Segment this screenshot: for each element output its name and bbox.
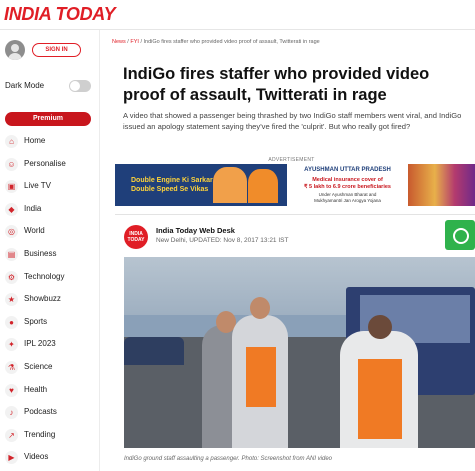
personalise-icon: ☺: [5, 157, 18, 171]
whatsapp-share-button[interactable]: [445, 220, 475, 250]
breadcrumb-fyi-link[interactable]: FYI: [130, 39, 139, 45]
ad-tagline-line2: Double Speed Se Vikas: [131, 186, 209, 193]
sidebar-item-label: India: [24, 203, 42, 213]
showbuzz-icon: ★: [5, 293, 18, 307]
sidebar-item-sports[interactable]: ● Sports: [5, 311, 95, 334]
dark-mode-toggle[interactable]: [69, 80, 91, 92]
sidebar-item-videos[interactable]: ▶ Videos: [5, 446, 95, 469]
india-today-logo[interactable]: INDIA TODAY: [4, 4, 116, 25]
sign-in-button[interactable]: SIGN IN: [32, 43, 81, 57]
sidebar-item-label: Technology: [24, 271, 65, 281]
author-logo-text: TODAY: [127, 237, 145, 243]
user-row: SIGN IN: [5, 40, 95, 62]
sidebar-item-india[interactable]: ◆ India: [5, 198, 95, 221]
sidebar-item-live-tv[interactable]: ▣ Live TV: [5, 175, 95, 198]
india-icon: ◆: [5, 202, 18, 216]
sidebar-item-personalise[interactable]: ☺ Personalise: [5, 153, 95, 176]
sidebar-item-label: Sports: [24, 316, 48, 326]
divider: [115, 214, 475, 215]
trending-icon: ↗: [5, 428, 18, 442]
breadcrumb: News / FYI / IndiGo fires staffer who pr…: [112, 39, 320, 45]
photo-person: [340, 331, 418, 448]
science-icon: ⚗: [5, 360, 18, 374]
ad-info-line: Mukhyamantri Jan Arogya Yojana: [314, 198, 381, 203]
ad-info-line: Medical insurance cover of: [312, 177, 383, 183]
sidebar-item-label: Showbuzz: [24, 294, 61, 304]
ad-info-line: ₹ 5 lakh to 6.9 crore beneficiaries: [304, 184, 391, 190]
top-bar: INDIA TODAY: [0, 0, 475, 30]
article-dateline: New Delhi, UPDATED: Nov 8, 2017 13:21 IS…: [156, 237, 289, 244]
sidebar-item-label: World: [24, 226, 45, 236]
sidebar-item-technology[interactable]: ⚙ Technology: [5, 266, 95, 289]
photo-car: [124, 337, 184, 365]
photo-caption: IndiGo ground staff assaulting a passeng…: [124, 456, 333, 462]
sidebar-item-ipl[interactable]: ✦ IPL 2023: [5, 333, 95, 356]
dark-mode-label: Dark Mode: [5, 81, 45, 90]
globe-icon: ◎: [5, 225, 18, 239]
sidebar-item-showbuzz[interactable]: ★ Showbuzz: [5, 288, 95, 311]
technology-icon: ⚙: [5, 270, 18, 284]
sidebar-item-trending[interactable]: ↗ Trending: [5, 424, 95, 447]
ad-info-subtext: Under Ayushman Bharat and Mukhyamantri J…: [287, 192, 408, 204]
sports-icon: ●: [5, 315, 18, 329]
live-tv-icon: ▣: [5, 180, 18, 194]
ipl-icon: ✦: [5, 338, 18, 352]
business-icon: ▤: [5, 247, 18, 261]
sidebar-item-health[interactable]: ♥ Health: [5, 379, 95, 402]
sidebar-item-home[interactable]: ⌂ Home: [5, 130, 95, 153]
sidebar-item-label: Home: [24, 136, 46, 145]
photo-person-head: [368, 315, 392, 339]
videos-icon: ▶: [5, 451, 18, 465]
article-headline: IndiGo fires staffer who provided video …: [123, 65, 430, 104]
ad-crowd-image: [408, 164, 475, 206]
sidebar-item-label: Science: [24, 361, 53, 371]
ad-portrait-image: [213, 167, 247, 203]
ad-portrait-image: [248, 169, 278, 203]
sidebar-item-podcasts[interactable]: ♪ Podcasts: [5, 401, 95, 424]
sidebar-item-label: Trending: [24, 429, 56, 439]
sidebar-item-label: Business: [24, 248, 57, 258]
article-summary: A video that showed a passenger being th…: [123, 111, 462, 131]
sidebar-item-business[interactable]: ▤ Business: [5, 243, 95, 266]
sidebar-item-label: Health: [24, 384, 48, 394]
sidebar-item-science[interactable]: ⚗ Science: [5, 356, 95, 379]
sidebar-item-world[interactable]: ◎ World: [5, 220, 95, 243]
podcasts-icon: ♪: [5, 406, 18, 420]
home-icon: ⌂: [5, 135, 18, 148]
breadcrumb-current: IndiGo fires staffer who provided video …: [143, 39, 320, 45]
sidebar: SIGN IN Dark Mode Premium ⌂ Home ☺ Perso…: [0, 30, 100, 471]
sidebar-item-label: Personalise: [24, 158, 66, 168]
article-main: News / FYI / IndiGo fires staffer who pr…: [108, 30, 475, 471]
article-photo: [124, 257, 475, 448]
breadcrumb-news-link[interactable]: News: [112, 39, 126, 45]
advertisement-banner[interactable]: Double Engine Ki Sarkar Double Speed Se …: [115, 164, 475, 206]
ad-info-title: AYUSHMAN UTTAR PRADESH: [304, 167, 391, 173]
avatar[interactable]: [5, 40, 25, 60]
ad-tagline-line1: Double Engine Ki Sarkar: [131, 177, 213, 184]
photo-person-head: [250, 297, 270, 319]
author-name[interactable]: India Today Web Desk: [156, 226, 235, 235]
sidebar-nav: ⌂ Home ☺ Personalise ▣ Live TV ◆ India ◎…: [5, 130, 95, 469]
sidebar-item-label: Live TV: [24, 181, 51, 191]
sidebar-item-label: Videos: [24, 452, 49, 462]
sidebar-item-label: IPL 2023: [24, 339, 56, 349]
ad-tagline: Double Engine Ki Sarkar Double Speed Se …: [131, 176, 213, 194]
premium-button[interactable]: Premium: [5, 112, 91, 126]
author-logo[interactable]: INDIA TODAY: [124, 225, 148, 249]
ad-info-highlight: Medical insurance cover of ₹ 5 lakh to 6…: [287, 177, 408, 191]
advertisement-label: ADVERTISEMENT: [268, 157, 315, 163]
ad-info-panel: AYUSHMAN UTTAR PRADESH Medical insurance…: [287, 164, 408, 206]
photo-person: [232, 315, 288, 448]
sidebar-item-label: Podcasts: [24, 407, 57, 417]
health-icon: ♥: [5, 383, 18, 397]
